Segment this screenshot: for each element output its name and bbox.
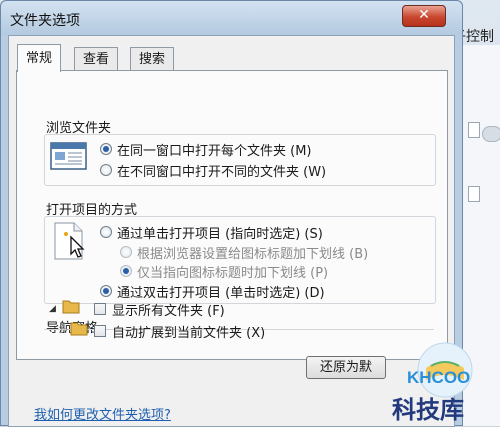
click-cursor-icon [54,222,85,260]
tab-general[interactable]: 常规 [17,44,62,72]
radio-underline-point[interactable] [120,265,132,277]
expand-arrow-icon[interactable]: ◢ [49,304,56,314]
folder-icon [62,300,80,314]
background-control [482,126,500,142]
restore-defaults-button[interactable]: 还原为默 [306,356,386,379]
dialog-title: 文件夹选项 [10,13,80,29]
tab-search[interactable]: 搜索 [130,47,175,71]
checkbox-auto-expand[interactable] [94,325,106,337]
option-underline-browser: 根据浏览器设置给图标标题加下划线 (B) [137,247,369,262]
tab-label: 查看 [83,52,110,67]
general-tab-page: 浏览文件夹 在同一窗口中打开每个文件夹 (M) 在不同窗口中打开不同的文件夹 (… [16,70,448,360]
tab-view[interactable]: 查看 [74,47,119,71]
radio-single-click[interactable] [100,226,112,238]
folder-window-icon [50,142,87,170]
radio-underline-browser[interactable] [120,246,132,258]
option-new-window: 在不同窗口中打开不同的文件夹 (W) [117,165,327,180]
close-icon: ✕ [418,7,430,23]
option-single-click: 通过单击打开项目 (指向时选定) (S) [117,227,323,242]
close-button[interactable]: ✕ [402,5,446,27]
background-field [468,186,480,202]
option-double-click: 通过双击打开项目 (单击时选定) (D) [117,286,325,301]
radio-double-click[interactable] [100,285,112,297]
option-same-window: 在同一窗口中打开每个文件夹 (M) [117,144,312,159]
restore-defaults-label: 还原为默 [319,360,372,375]
folder-icon [70,322,88,336]
help-link[interactable]: 我如何更改文件夹选项? [34,404,171,423]
radio-same-window[interactable] [100,143,112,155]
radio-new-window[interactable] [100,164,112,176]
tab-label: 常规 [26,51,53,66]
option-show-all-folders: 显示所有文件夹 (F) [112,304,225,319]
option-underline-point: 仅当指向图标标题时加下划线 (P) [137,266,329,281]
background-field [468,122,480,138]
watermark-name: 科技库 [392,396,464,424]
tab-label: 搜索 [139,52,166,67]
title-bar: 文件夹选项 ✕ [1,1,462,35]
watermark-brand: KHCOO [407,368,470,387]
collapse-arrow-icon[interactable]: ▷ [61,325,68,335]
option-auto-expand: 自动扩展到当前文件夹 (X) [112,326,266,341]
checkbox-show-all-folders[interactable] [94,303,106,315]
dialog-client: 常规 查看 搜索 浏览文件夹 在同一窗口中打开每个文件夹 (M) 在不同窗口中打… [8,35,455,427]
